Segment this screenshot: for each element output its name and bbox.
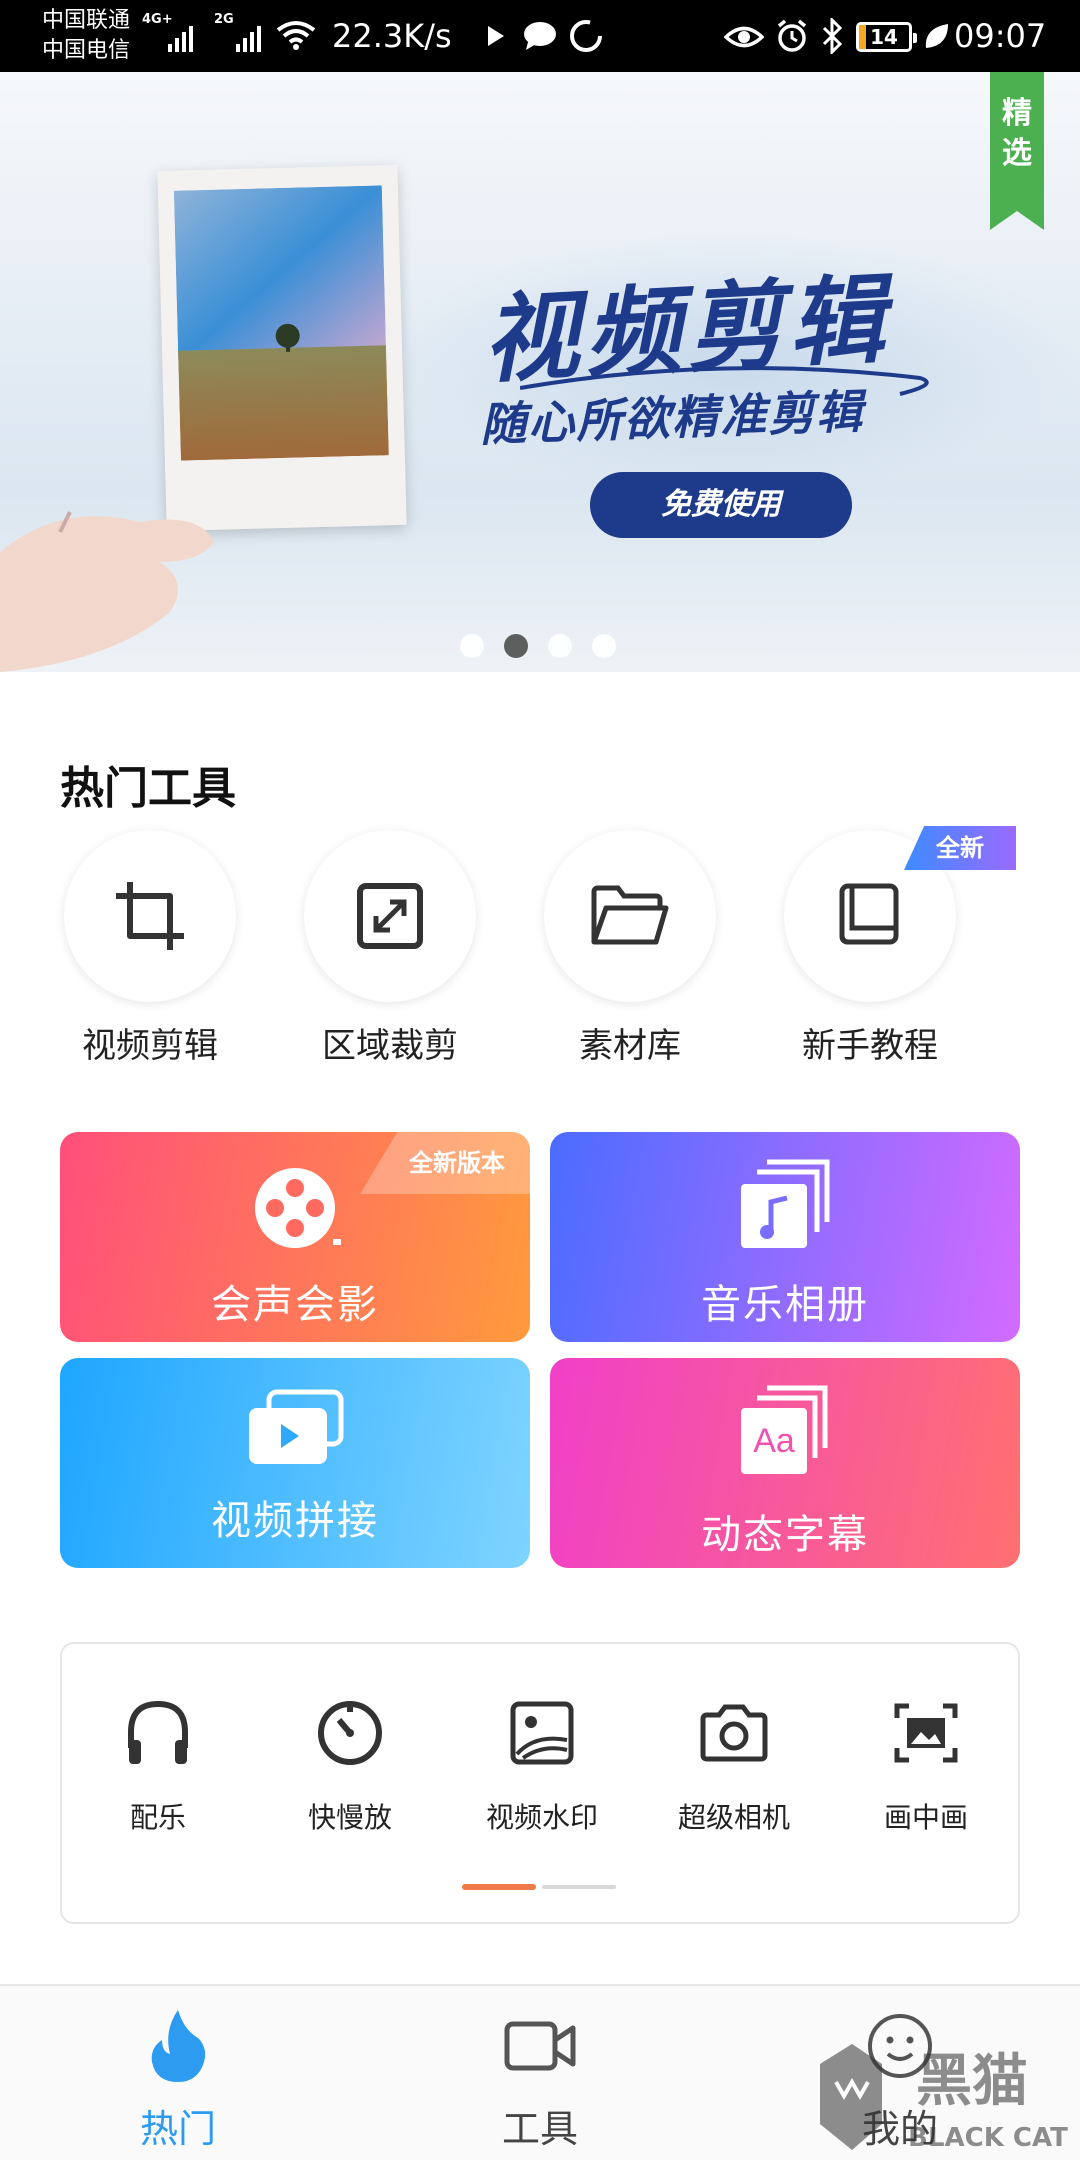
svg-text:Aa: Aa — [753, 1422, 795, 1460]
panel-item-camera[interactable]: 超级相机 — [638, 1692, 830, 1836]
card-video-merge[interactable]: 视频拼接 — [60, 1358, 530, 1568]
tool-material-library[interactable]: 素材库 — [530, 830, 730, 1067]
svg-text:黑猫: 黑猫 — [916, 2049, 1028, 2114]
headphones-icon — [128, 1700, 188, 1764]
network-speed: 22.3K/s — [332, 17, 452, 55]
panel-label: 画中画 — [883, 1801, 968, 1834]
panel-label: 视频水印 — [485, 1801, 598, 1834]
battery-level: 14 — [870, 25, 898, 49]
signal-1-icon — [168, 20, 193, 52]
card-huishenghuiying[interactable]: 全新版本 会声会影 — [60, 1132, 530, 1342]
panel-label: 超级相机 — [677, 1801, 790, 1834]
panel-label: 快慢放 — [307, 1801, 392, 1834]
pager-inactive — [542, 1885, 616, 1889]
tool-label: 新手教程 — [802, 1026, 938, 1066]
tool-video-edit[interactable]: 视频剪辑 — [50, 830, 250, 1067]
black-cat-watermark: 黑猫 BLACK CAT — [820, 2044, 1068, 2153]
banner-pager[interactable] — [460, 634, 616, 658]
tool-circle — [304, 830, 476, 1002]
hand-image — [0, 511, 214, 672]
banner-subtitle: 随心所欲精准剪辑 — [479, 384, 865, 452]
eye-icon — [724, 26, 764, 48]
alarm-icon — [777, 19, 807, 52]
tool-label: 区域裁剪 — [322, 1026, 458, 1066]
video-camera-icon — [504, 2021, 576, 2071]
svg-text:BLACK CAT: BLACK CAT — [908, 2123, 1068, 2153]
pager-dot[interactable] — [548, 634, 572, 658]
pager-dot[interactable] — [592, 634, 616, 658]
section-title-hot-tools: 热门工具 — [60, 763, 236, 814]
promo-banner[interactable]: 精选 视频剪辑 随心所欲精准剪辑 免费使用 — [0, 72, 1080, 672]
clock: 09:07 — [954, 17, 1047, 55]
flame-icon — [151, 2010, 206, 2082]
loading-icon — [570, 20, 602, 52]
watermark-image-icon — [510, 1701, 574, 1765]
panel-pager — [462, 1884, 618, 1890]
nav-tab-hot[interactable]: 热门 — [68, 2000, 288, 2153]
expand-icon — [357, 883, 423, 949]
new-version-badge: 全新版本 — [360, 1132, 530, 1194]
tool-label: 视频剪辑 — [82, 1026, 218, 1066]
card-label: 视频拼接 — [211, 1498, 379, 1544]
tool-label: 素材库 — [579, 1026, 681, 1066]
pager-dot[interactable] — [460, 634, 484, 658]
network-type-2: 2G — [214, 12, 234, 27]
carrier-2: 中国电信 — [42, 38, 131, 63]
status-bar: 中国联通 中国电信 4G+ 2G 22.3K/s 14 09:07 — [0, 0, 1080, 72]
featured-ribbon: 精选 — [990, 72, 1044, 230]
speed-dial-icon — [318, 1701, 382, 1765]
card-dynamic-subtitle[interactable]: Aa 动态字幕 — [550, 1358, 1020, 1568]
banner-cta-button[interactable]: 免费使用 — [590, 472, 852, 538]
pager-active — [462, 1884, 536, 1890]
nav-label: 工具 — [501, 2107, 578, 2151]
nav-label: 热门 — [139, 2107, 216, 2151]
pager-dot[interactable] — [504, 634, 528, 658]
landscape-image — [173, 185, 389, 461]
picture-in-picture-icon — [894, 1703, 958, 1763]
panel-item-speed[interactable]: 快慢放 — [254, 1692, 446, 1836]
folder-icon — [591, 885, 669, 945]
panel-item-soundtrack[interactable]: 配乐 — [62, 1692, 254, 1836]
carrier-info: 中国联通 中国电信 — [42, 6, 130, 66]
leaf-icon — [925, 24, 948, 48]
crop-icon — [116, 882, 184, 950]
chat-icon — [524, 22, 556, 50]
text-aa-icon: Aa — [741, 1385, 828, 1474]
play-icon — [488, 26, 504, 46]
card-label: 会声会影 — [211, 1282, 379, 1328]
tool-region-crop[interactable]: 区域裁剪 — [290, 830, 490, 1067]
video-stack-icon — [249, 1389, 344, 1464]
polaroid-photo — [157, 164, 407, 532]
tool-circle — [64, 830, 236, 1002]
panel-item-pip[interactable]: 画中画 — [830, 1692, 1022, 1836]
battery-icon: 14 — [856, 22, 917, 52]
carrier-1: 中国联通 — [42, 8, 131, 33]
music-album-icon — [741, 1159, 830, 1248]
card-label: 动态字幕 — [701, 1512, 869, 1558]
tools-panel: 配乐 快慢放 视频水印 超级相机 画中画 — [60, 1642, 1020, 1924]
battery-fill — [859, 25, 866, 49]
nav-tab-tools[interactable]: 工具 — [430, 2000, 650, 2153]
tool-circle — [544, 830, 716, 1002]
camera-icon — [700, 1704, 768, 1762]
panel-label: 配乐 — [129, 1801, 186, 1834]
card-music-album[interactable]: 音乐相册 — [550, 1132, 1020, 1342]
bluetooth-icon — [822, 18, 843, 54]
card-label: 音乐相册 — [701, 1282, 869, 1328]
film-reel-icon — [255, 1168, 341, 1248]
wifi-icon — [276, 21, 316, 50]
book-icon — [839, 883, 899, 945]
signal-2-icon — [236, 20, 261, 52]
panel-item-watermark[interactable]: 视频水印 — [446, 1692, 638, 1836]
